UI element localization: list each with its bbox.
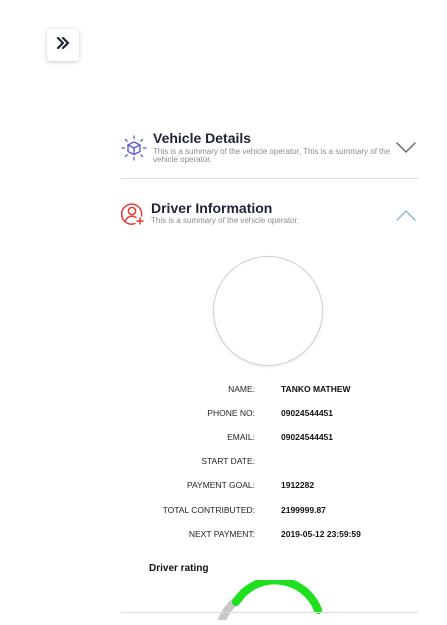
chevron-down-icon[interactable] — [396, 141, 416, 153]
driver-avatar — [213, 256, 323, 366]
info-value: 1912282 — [281, 480, 315, 490]
driver-rating-gauge — [210, 576, 330, 625]
info-label: PHONE NO: — [207, 408, 255, 418]
driver-information-title: Driver Information — [151, 200, 273, 216]
vehicle-details-section[interactable]: Vehicle Details This is a summary of the… — [121, 129, 418, 179]
double-chevron-right-icon — [56, 36, 70, 54]
info-label: EMAIL: — [227, 432, 255, 442]
chevron-up-icon[interactable] — [396, 208, 416, 221]
info-value: 2019-05-12 23:59:59 — [281, 529, 361, 539]
info-value: 2199999.87 — [281, 505, 326, 515]
user-add-icon — [120, 202, 147, 228]
info-label: NEXT PAYMENT: — [188, 529, 255, 539]
driver-information-section[interactable]: Driver Information This is a summary of … — [120, 198, 418, 242]
info-row-start-date: START DATE: — [121, 456, 421, 470]
cube-icon — [121, 135, 147, 161]
driver-information-subtitle: This is a summary of the vehicle operato… — [151, 216, 300, 225]
driver-rating-title: Driver rating — [149, 563, 209, 574]
info-row-total-contributed: TOTAL CONTRIBUTED: 2199999.87 — [121, 505, 421, 519]
divider — [121, 612, 418, 613]
info-row-payment-goal: PAYMENT GOAL: 1912282 — [121, 480, 421, 494]
info-value: TANKO MATHEW — [281, 384, 351, 394]
info-row-next-payment: NEXT PAYMENT: 2019-05-12 23:59:59 — [121, 529, 421, 543]
info-value: 09024544451 — [281, 408, 334, 418]
expand-sidebar-button[interactable] — [47, 29, 79, 61]
info-row-phone: PHONE NO: 09024544451 — [121, 408, 421, 422]
info-label: TOTAL CONTRIBUTED: — [162, 505, 255, 515]
info-row-name: NAME: TANKO MATHEW — [121, 384, 421, 398]
vehicle-details-title: Vehicle Details — [153, 130, 252, 146]
info-label: START DATE: — [201, 456, 255, 466]
info-label: NAME: — [228, 384, 255, 394]
info-row-email: EMAIL: 09024544451 — [121, 432, 421, 446]
vehicle-details-subtitle: This is a summary of the vehicle operato… — [153, 147, 391, 164]
info-value: 09024544451 — [281, 432, 334, 442]
info-label: PAYMENT GOAL: — [186, 480, 255, 490]
